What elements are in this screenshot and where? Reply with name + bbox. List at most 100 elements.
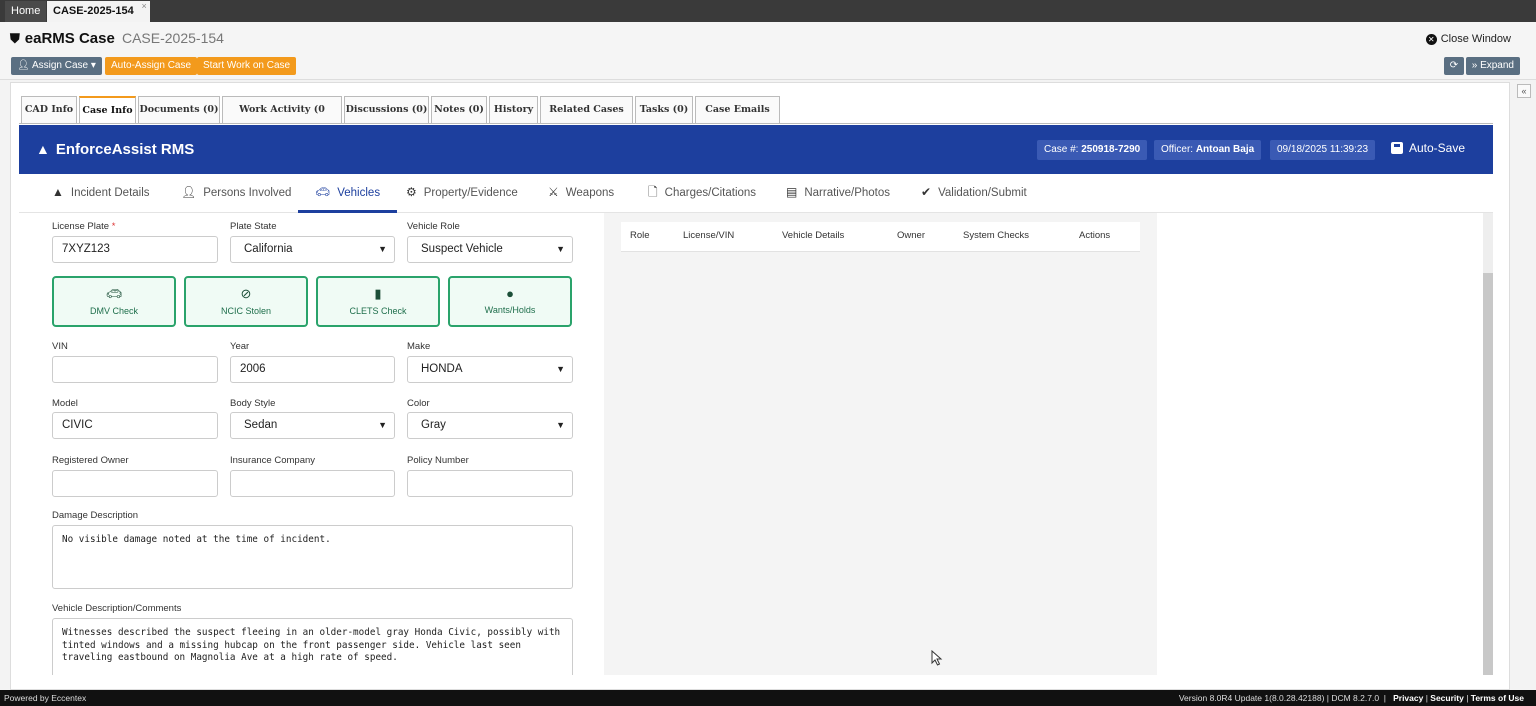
- required-marker: *: [111, 221, 116, 232]
- close-icon: ✕: [1425, 34, 1437, 45]
- tab-label: Weapons: [565, 187, 615, 199]
- case-number-value: 250918-7290: [1081, 144, 1141, 155]
- color-select[interactable]: Gray ▼: [407, 412, 573, 439]
- save-icon: [1390, 142, 1403, 154]
- tab-validation-submit[interactable]: ✔ Validation/Submit: [921, 174, 1027, 213]
- tab-discussions[interactable]: Discussions (0): [344, 96, 429, 124]
- tab-cad-info[interactable]: CAD Info: [21, 96, 77, 124]
- case-header: ⛊ eaRMS Case CASE-2025-154 ✕ Close Window …: [0, 22, 1536, 80]
- tab-case-info[interactable]: Case Info: [79, 96, 136, 124]
- body-style-label: Body Style: [230, 398, 276, 409]
- datetime-badge: 09/18/2025 11:39:23: [1270, 140, 1376, 160]
- tab-case-emails[interactable]: Case Emails (0): [695, 96, 780, 141]
- person-icon: 👤︎: [181, 185, 197, 199]
- warning-icon: ▲: [52, 185, 64, 199]
- footer-right: Version 8.0R4 Update 1(8.0.28.42188) | D…: [1178, 693, 1524, 703]
- close-tab-icon[interactable]: ×: [141, 0, 146, 17]
- plate-state-select[interactable]: California ▼: [230, 236, 395, 263]
- column-system-checks: System Checks: [963, 230, 1029, 241]
- tab-property-evidence[interactable]: ⚙ Property/Evidence: [406, 174, 518, 213]
- terms-link[interactable]: Terms of Use: [1471, 693, 1524, 703]
- model-input[interactable]: CIVIC: [52, 412, 218, 439]
- start-work-button[interactable]: Start Work on Case: [197, 57, 297, 75]
- damage-description-textarea[interactable]: No visible damage noted at the time of i…: [52, 525, 573, 589]
- dmv-check-label: DMV Check: [89, 306, 138, 316]
- clets-check-label: CLETS Check: [349, 306, 407, 316]
- tab-related-cases[interactable]: Related Cases (0): [540, 96, 633, 141]
- damage-description-label: Damage Description: [52, 510, 139, 521]
- wants-holds-button[interactable]: ● Wants/Holds: [448, 276, 572, 327]
- chevron-down-icon: ▼: [556, 364, 565, 374]
- collapse-panel-icon[interactable]: «: [1517, 84, 1531, 98]
- tab-persons-involved[interactable]: 👤︎ Persons Involved: [181, 174, 291, 213]
- case-tab[interactable]: CASE-2025-154 ×: [47, 1, 150, 22]
- make-label: Make: [407, 341, 431, 352]
- tab-label: Persons Involved: [203, 187, 292, 199]
- check-circle-icon: ⊘: [240, 286, 252, 301]
- tab-divider: [19, 123, 1493, 124]
- chevron-down-icon: ▼: [556, 244, 565, 254]
- vehicle-comments-textarea[interactable]: Witnesses described the suspect fleeing …: [52, 618, 573, 675]
- tab-history[interactable]: History: [489, 96, 538, 124]
- check-circle-icon: ✔: [921, 185, 932, 199]
- make-select[interactable]: HONDA ▼: [407, 356, 573, 383]
- tab-label: Validation/Submit: [938, 187, 1027, 199]
- chevron-down-icon: ▼: [378, 244, 387, 254]
- refresh-button[interactable]: ⟳: [1444, 57, 1464, 75]
- dmv-check-button[interactable]: 🚗︎ DMV Check: [52, 276, 176, 327]
- alert-circle-icon: ●: [506, 286, 514, 301]
- make-value: HONDA: [421, 363, 463, 375]
- expand-button[interactable]: » Expand: [1465, 57, 1520, 75]
- close-window-button[interactable]: ✕ Close Window: [1425, 33, 1511, 45]
- tab-documents[interactable]: Documents (0): [138, 96, 220, 124]
- auto-assign-button[interactable]: Auto-Assign Case: [105, 57, 198, 75]
- policy-number-input[interactable]: [407, 470, 573, 497]
- scrollbar[interactable]: [1483, 213, 1493, 675]
- plate-state-value: California: [244, 243, 293, 255]
- mouse-pointer-icon: [931, 650, 943, 666]
- autosave-button[interactable]: Auto-Save: [1390, 141, 1465, 155]
- body-style-select[interactable]: Sedan ▼: [230, 412, 395, 439]
- security-link[interactable]: Security: [1430, 693, 1464, 703]
- warning-icon: ▲: [36, 141, 50, 157]
- tab-charges-citations[interactable]: 🗋︎ Charges/Citations: [648, 174, 756, 213]
- vehicle-role-select[interactable]: Suspect Vehicle ▼: [407, 236, 573, 263]
- footer: Powered by Eccentex Version 8.0R4 Update…: [0, 690, 1536, 706]
- color-label: Color: [407, 398, 430, 409]
- home-tab[interactable]: Home: [5, 1, 47, 22]
- tab-narrative-photos[interactable]: ▤ Narrative/Photos: [786, 174, 890, 213]
- registered-owner-input[interactable]: [52, 470, 218, 497]
- license-plate-label-text: License Plate: [52, 221, 110, 232]
- scrollbar-thumb[interactable]: [1483, 273, 1493, 675]
- vin-label: VIN: [52, 341, 68, 352]
- assign-case-button[interactable]: 👤︎ Assign Case ▾: [11, 57, 102, 75]
- column-role: Role: [630, 230, 650, 241]
- tab-label: Incident Details: [70, 187, 150, 199]
- case-number-badge: Case #: 250918-7290: [1037, 140, 1148, 160]
- insurance-company-input[interactable]: [230, 470, 395, 497]
- tab-tasks[interactable]: Tasks (0): [635, 96, 693, 124]
- vehicle-list-panel: Role License/VIN Vehicle Details Owner S…: [604, 213, 1157, 675]
- year-input[interactable]: 2006: [230, 356, 395, 383]
- model-label: Model: [52, 398, 78, 409]
- tab-incident-details[interactable]: ▲ Incident Details: [52, 174, 150, 213]
- chevron-down-icon: ▼: [556, 420, 565, 430]
- license-plate-input[interactable]: 7XYZ123: [52, 236, 218, 263]
- document-icon: 🗋︎: [648, 185, 658, 199]
- tab-weapons[interactable]: ⚔ Weapons: [548, 174, 614, 213]
- version-info: Version 8.0R4 Update 1(8.0.28.42188) | D…: [1178, 693, 1380, 703]
- ncic-stolen-button[interactable]: ⊘ NCIC Stolen: [184, 276, 308, 327]
- privacy-link[interactable]: Privacy: [1393, 693, 1423, 703]
- year-label: Year: [230, 341, 250, 352]
- vin-input[interactable]: [52, 356, 218, 383]
- tab-work-activity[interactable]: Work Activity (0 hours): [222, 96, 342, 141]
- vehicle-form: License Plate * Plate State Vehicle Role…: [19, 213, 589, 675]
- clets-check-button[interactable]: ▮ CLETS Check: [316, 276, 440, 327]
- brand: ▲ EnforceAssist RMS: [36, 141, 194, 158]
- tab-label: Charges/Citations: [664, 187, 757, 199]
- tab-label: Narrative/Photos: [804, 187, 890, 199]
- tab-vehicles[interactable]: 🚗︎ Vehicles: [298, 174, 398, 213]
- column-actions: Actions: [1079, 230, 1111, 241]
- body-style-value: Sedan: [244, 419, 278, 431]
- tab-notes[interactable]: Notes (0): [431, 96, 487, 124]
